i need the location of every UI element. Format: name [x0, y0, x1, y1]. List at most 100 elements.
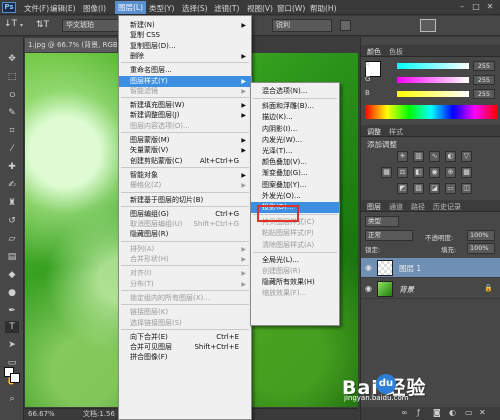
blend-mode-select[interactable]: 正常	[365, 230, 413, 241]
slider-b-value[interactable]: 255	[473, 89, 495, 99]
menu-help[interactable]: 帮助(H)	[310, 3, 337, 14]
font-family-select[interactable]: 华文琥珀	[62, 19, 120, 32]
crop-tool-icon[interactable]: ⌗	[5, 125, 19, 137]
zoom-tool-icon[interactable]: ⌕	[5, 393, 19, 405]
menu-type[interactable]: 类型(Y)	[149, 3, 174, 14]
brightness-icon[interactable]: ☀	[397, 151, 408, 162]
channel-mixer-icon[interactable]: ⊕	[445, 167, 456, 178]
slider-g-value[interactable]: 255	[473, 75, 495, 85]
layer-name[interactable]: 图层 1	[399, 263, 421, 274]
tab-color[interactable]: 颜色	[367, 47, 381, 57]
menu-window[interactable]: 窗口(W)	[277, 3, 305, 14]
tab-swatches[interactable]: 色板	[389, 47, 403, 57]
trash-icon[interactable]: ✕	[479, 408, 486, 417]
chevron-down-icon[interactable]: ▾	[20, 22, 23, 29]
slider-r-value[interactable]: 255	[473, 61, 495, 71]
move-tool-icon[interactable]: ✥	[5, 53, 19, 65]
slider-b-track[interactable]	[397, 91, 469, 97]
menu-view[interactable]: 视图(V)	[247, 3, 273, 14]
close-icon[interactable]: ✕	[485, 2, 495, 12]
quick-select-tool-icon[interactable]: ✎	[5, 107, 19, 119]
layer-row[interactable]: ◉ 背景 🔒	[361, 279, 500, 299]
link-layers-icon[interactable]: ∞	[401, 408, 408, 417]
tab-layers[interactable]: 图层	[367, 202, 381, 212]
minimize-icon[interactable]: –	[457, 2, 467, 12]
style-menu-item[interactable]: 内阴影(I)...	[251, 124, 339, 135]
eyedropper-tool-icon[interactable]: ⁄	[5, 143, 19, 155]
path-select-tool-icon[interactable]: ➤	[5, 339, 19, 351]
eye-icon[interactable]: ◉	[365, 284, 372, 293]
layer-menu-item[interactable]: 删除 ▶	[119, 51, 251, 62]
menu-edit[interactable]: 编辑(E)	[50, 3, 76, 14]
layer-row[interactable]: ◉ 图层 1	[361, 258, 500, 278]
layer-name[interactable]: 背景	[399, 284, 414, 295]
style-menu-item[interactable]: 混合选项(N)...	[251, 86, 339, 97]
threshold-icon[interactable]: ◪	[429, 183, 440, 194]
dodge-tool-icon[interactable]: ●	[5, 287, 19, 299]
menu-file[interactable]: 文件(F)	[24, 3, 49, 14]
lasso-tool-icon[interactable]: ഠ	[5, 89, 19, 101]
style-menu-item[interactable]: 描边(K)...	[251, 112, 339, 123]
photo-filter-icon[interactable]: ◉	[429, 167, 440, 178]
menu-image[interactable]: 图像(I)	[83, 3, 106, 14]
selective-color-icon[interactable]: ◫	[461, 183, 472, 194]
layer-menu-item[interactable]: 新建基于图层的切片(B)	[119, 195, 251, 206]
fill-input[interactable]: 100%	[467, 243, 495, 254]
menu-layer[interactable]: 图层(L)	[115, 1, 147, 14]
blur-tool-icon[interactable]: ◆	[5, 269, 19, 281]
exposure-icon[interactable]: ◐	[445, 151, 456, 162]
style-menu-item[interactable]: 渐变叠加(G)...	[251, 168, 339, 179]
gradient-tool-icon[interactable]: ▤	[5, 251, 19, 263]
folder-icon[interactable]: ▭	[465, 408, 473, 417]
menu-select[interactable]: 选择(S)	[182, 3, 208, 14]
tab-history[interactable]: 历史记录	[433, 202, 461, 212]
black-white-icon[interactable]: ◧	[413, 167, 424, 178]
maximize-icon[interactable]: □	[471, 2, 481, 12]
layer-kind-select[interactable]: 类型	[365, 216, 399, 227]
opacity-input[interactable]: 100%	[467, 230, 495, 241]
layer-menu-item[interactable]: 拼合图像(F)	[119, 352, 251, 363]
history-brush-tool-icon[interactable]: ↺	[5, 215, 19, 227]
slider-r-track[interactable]	[397, 63, 469, 69]
tab-styles[interactable]: 样式	[389, 127, 403, 137]
slider-g-track[interactable]	[397, 77, 469, 83]
style-menu-item[interactable]: 全局光(L)...	[251, 255, 339, 266]
color-lookup-icon[interactable]: ▩	[461, 167, 472, 178]
text-tool-icon[interactable]: ↓T	[4, 19, 17, 29]
style-menu-item[interactable]: 外发光(O)...	[251, 191, 339, 202]
new-adjust-icon[interactable]: ◐	[449, 408, 456, 417]
style-menu-item[interactable]: 颜色叠加(V)...	[251, 157, 339, 168]
fx-icon[interactable]: ƒ	[417, 408, 420, 417]
invert-icon[interactable]: ◩	[397, 183, 408, 194]
marquee-tool-icon[interactable]: ⬚	[5, 71, 19, 83]
tab-adjustments[interactable]: 调整	[367, 127, 381, 137]
vibrance-icon[interactable]: ▽	[461, 151, 472, 162]
warp-text-icon[interactable]	[420, 19, 436, 32]
healing-tool-icon[interactable]: ✚	[5, 161, 19, 173]
tab-paths[interactable]: 路径	[411, 202, 425, 212]
eraser-tool-icon[interactable]: ▱	[5, 233, 19, 245]
document-tab[interactable]: 1.jpg @ 66.7% (背景, RGB/8)	[25, 38, 117, 52]
menu-filter[interactable]: 滤镜(T)	[214, 3, 239, 14]
type-tool-icon[interactable]: T	[5, 321, 19, 333]
antialias-select[interactable]: 锐利	[272, 19, 332, 32]
style-menu-item[interactable]: 隐藏所有效果(H)	[251, 277, 339, 288]
align-left-icon[interactable]	[340, 20, 351, 31]
style-menu-item[interactable]: 内发光(W)...	[251, 135, 339, 146]
style-menu-item[interactable]: 图案叠加(Y)...	[251, 180, 339, 191]
gradient-map-icon[interactable]: ▭	[445, 183, 456, 194]
zoom-level[interactable]: 66.67%	[28, 409, 55, 420]
color-balance-icon[interactable]: ⚖	[397, 167, 408, 178]
mask-icon[interactable]: ◙	[433, 408, 441, 417]
layer-menu-item[interactable]: 创建剪贴蒙版(C) Alt+Ctrl+G	[119, 156, 251, 167]
brush-tool-icon[interactable]: ✍	[5, 179, 19, 191]
layer-menu-item[interactable]: 隐藏图层(R)	[119, 229, 251, 240]
posterize-icon[interactable]: ▨	[413, 183, 424, 194]
text-orientation-icon[interactable]: ⇅T	[36, 20, 49, 30]
stamp-tool-icon[interactable]: ♜	[5, 197, 19, 209]
tab-channels[interactable]: 通道	[389, 202, 403, 212]
levels-icon[interactable]: ▥	[413, 151, 424, 162]
style-menu-item[interactable]: 斜面和浮雕(B)...	[251, 101, 339, 112]
eye-icon[interactable]: ◉	[365, 263, 372, 272]
curves-icon[interactable]: ∿	[429, 151, 440, 162]
